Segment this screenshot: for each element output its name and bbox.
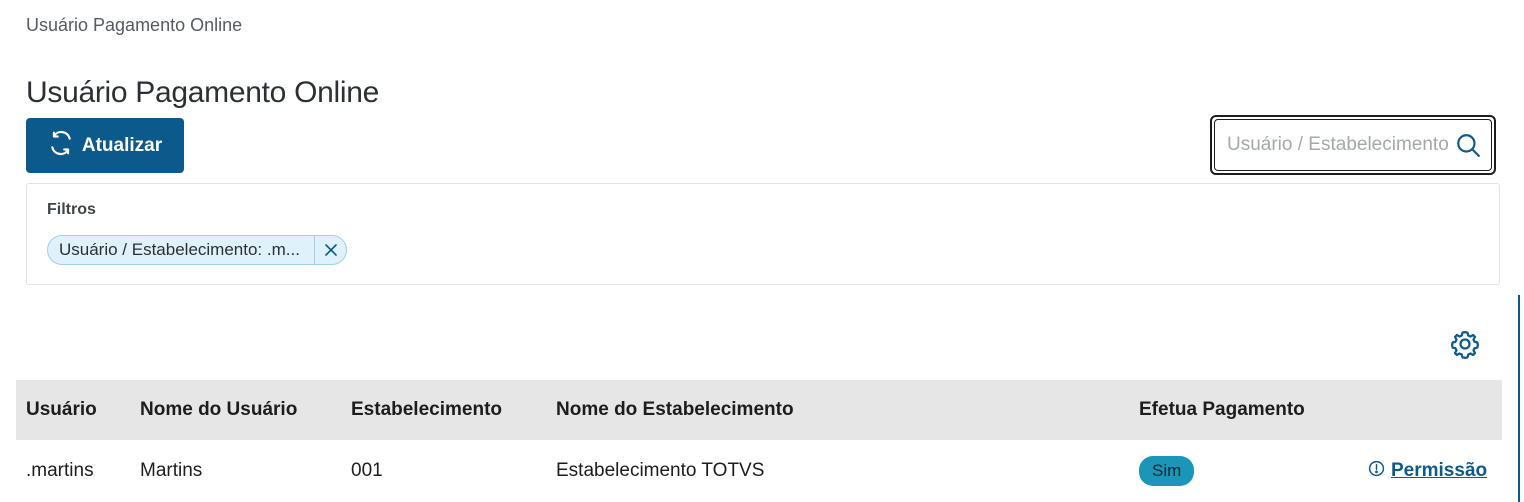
permission-link-label: Permissão [1391,460,1488,481]
column-header-usuario[interactable]: Usuário [26,380,97,440]
cell-efetua-pagamento: Sim [1139,440,1195,502]
column-header-nome-usuario[interactable]: Nome do Usuário [140,380,297,440]
gear-icon[interactable] [1450,329,1480,359]
cell-estabelecimento: 001 [351,460,383,481]
filter-chip-label: Usuário / Estabelecimento: .m... [59,240,300,259]
scrollbar[interactable] [1518,295,1520,502]
permission-link[interactable]: Permissão [1368,460,1487,483]
status-badge: Sim [1139,456,1195,486]
table-row[interactable]: .martins Martins 001 Estabelecimento TOT… [16,440,1502,502]
page-title: Usuário Pagamento Online [26,76,380,109]
cell-nome-estabelecimento: Estabelecimento TOTVS [556,460,765,481]
close-icon[interactable] [314,236,346,264]
search-input[interactable] [1227,134,1455,156]
search-field[interactable] [1210,115,1496,175]
filters-panel: Filtros Usuário / Estabelecimento: .m... [26,183,1500,285]
column-header-nome-estabelecimento[interactable]: Nome do Estabelecimento [556,380,794,440]
cell-action: Permissão [1368,440,1487,502]
filter-chip: Usuário / Estabelecimento: .m... [47,235,347,265]
refresh-icon [48,130,74,162]
refresh-button-label: Atualizar [81,134,163,156]
column-header-efetua-pagamento[interactable]: Efetua Pagamento [1139,380,1305,440]
column-header-estabelecimento[interactable]: Estabelecimento [351,380,502,440]
search-icon[interactable] [1455,132,1481,158]
refresh-button[interactable]: Atualizar [26,118,184,173]
cell-nome-usuario: Martins [140,460,203,481]
info-circle-icon [1368,460,1385,483]
breadcrumb[interactable]: Usuário Pagamento Online [26,15,242,36]
table-header: Usuário Nome do Usuário Estabelecimento … [16,380,1502,440]
data-table: Usuário Nome do Usuário Estabelecimento … [16,380,1502,502]
cell-usuario: .martins [26,460,94,481]
filters-title: Filtros [47,201,96,218]
